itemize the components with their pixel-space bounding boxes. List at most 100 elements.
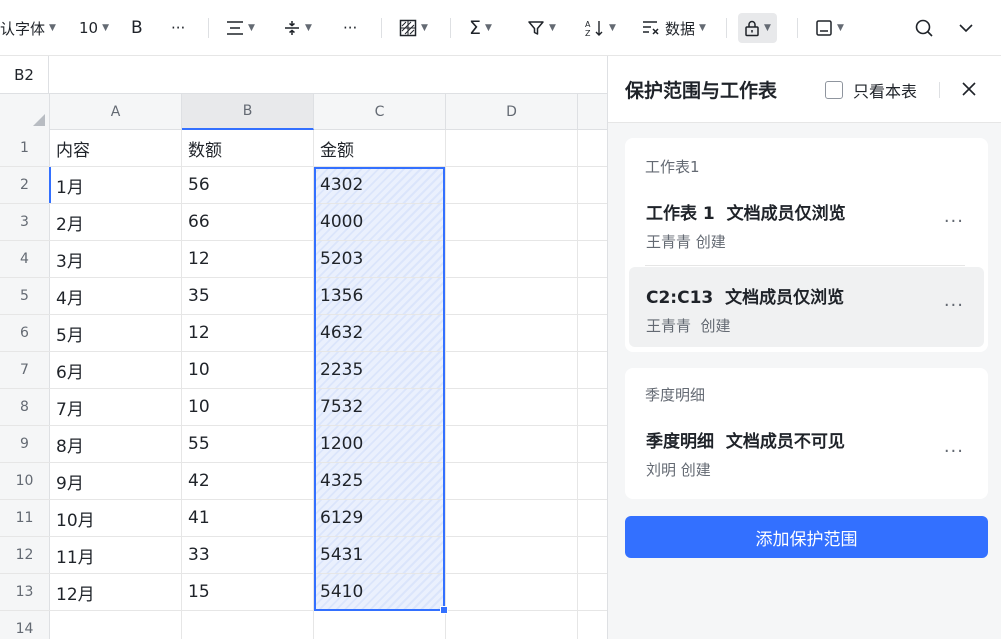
row-header[interactable]: 3: [0, 204, 50, 240]
column-header-a[interactable]: A: [50, 94, 182, 130]
add-protection-range-button[interactable]: 添加保护范围: [625, 516, 988, 558]
cell-d[interactable]: [446, 167, 578, 203]
cell-d[interactable]: [446, 389, 578, 425]
row-header[interactable]: 4: [0, 241, 50, 277]
cell-b[interactable]: 41: [182, 500, 314, 536]
cell-c[interactable]: 5431: [314, 537, 446, 573]
protection-item[interactable]: C2:C13 文档成员仅浏览 王青青 创建 ···: [629, 267, 984, 347]
cell-d[interactable]: [446, 352, 578, 388]
cell-d[interactable]: [446, 463, 578, 499]
cell-b[interactable]: 56: [182, 167, 314, 203]
cell-b[interactable]: 12: [182, 315, 314, 351]
cell-a[interactable]: 11月: [50, 537, 182, 573]
cell-b[interactable]: 10: [182, 389, 314, 425]
row-header[interactable]: 12: [0, 537, 50, 573]
cell-c[interactable]: 金额: [314, 130, 446, 166]
row-header[interactable]: 5: [0, 278, 50, 314]
font-name-select[interactable]: 认字体 ▼: [0, 0, 56, 56]
cell-a[interactable]: 10月: [50, 500, 182, 536]
row-header[interactable]: 13: [0, 574, 50, 610]
row-header[interactable]: 11: [0, 500, 50, 536]
spreadsheet-grid[interactable]: A B C D 1 内容 数额 金额 2 1月 56 4302 3 2月 66 4000 4 3月 12 52…: [0, 94, 607, 639]
cell-c[interactable]: 7532: [314, 389, 446, 425]
cell-d[interactable]: [446, 500, 578, 536]
cell-d[interactable]: [446, 426, 578, 462]
more-align-button[interactable]: ···: [343, 0, 357, 56]
cell-c[interactable]: 4632: [314, 315, 446, 351]
cell-a[interactable]: 5月: [50, 315, 182, 351]
row-header[interactable]: 9: [0, 426, 50, 462]
cell-a[interactable]: 4月: [50, 278, 182, 314]
collapse-toolbar-button[interactable]: [958, 0, 974, 56]
cell-b[interactable]: [182, 611, 314, 639]
column-header-b[interactable]: B: [182, 94, 314, 130]
select-all-corner[interactable]: [0, 94, 50, 130]
more-icon[interactable]: ···: [944, 295, 964, 316]
cell-d[interactable]: [446, 130, 578, 166]
cell-a[interactable]: 8月: [50, 426, 182, 462]
cell-a[interactable]: 6月: [50, 352, 182, 388]
name-box[interactable]: B2: [0, 56, 49, 93]
cell-a[interactable]: 内容: [50, 130, 182, 166]
row-header[interactable]: 10: [0, 463, 50, 499]
cell-b[interactable]: 55: [182, 426, 314, 462]
search-button[interactable]: [914, 0, 934, 56]
more-icon[interactable]: ···: [944, 211, 964, 232]
cell-d[interactable]: [446, 574, 578, 610]
cell-a[interactable]: 12月: [50, 574, 182, 610]
row-header[interactable]: 14: [0, 611, 50, 639]
cell-a[interactable]: [50, 611, 182, 639]
cell-b[interactable]: 10: [182, 352, 314, 388]
sort-button[interactable]: A Z ▼: [585, 0, 616, 56]
cell-b[interactable]: 33: [182, 537, 314, 573]
cell-b[interactable]: 42: [182, 463, 314, 499]
cell-d[interactable]: [446, 278, 578, 314]
cell-c[interactable]: 5410: [314, 574, 446, 610]
more-icon[interactable]: ···: [944, 441, 964, 462]
cell-a[interactable]: 2月: [50, 204, 182, 240]
cell-c[interactable]: 1356: [314, 278, 446, 314]
cell-c[interactable]: 4302: [314, 167, 446, 203]
column-header-c[interactable]: C: [314, 94, 446, 130]
horizontal-align-button[interactable]: ▼: [226, 0, 255, 56]
filter-button[interactable]: ▼: [527, 0, 556, 56]
cell-c[interactable]: 4325: [314, 463, 446, 499]
cell-c[interactable]: 6129: [314, 500, 446, 536]
cell-b[interactable]: 15: [182, 574, 314, 610]
cell-c[interactable]: 1200: [314, 426, 446, 462]
cell-d[interactable]: [446, 537, 578, 573]
cell-d[interactable]: [446, 204, 578, 240]
cell-a[interactable]: 9月: [50, 463, 182, 499]
cell-c[interactable]: 4000: [314, 204, 446, 240]
cell-c[interactable]: 2235: [314, 352, 446, 388]
cell-c[interactable]: 5203: [314, 241, 446, 277]
cell-b[interactable]: 35: [182, 278, 314, 314]
cell-d[interactable]: [446, 241, 578, 277]
font-size-select[interactable]: 10 ▼: [79, 0, 109, 56]
bold-button[interactable]: B: [131, 0, 143, 56]
cell-b[interactable]: 数额: [182, 130, 314, 166]
protect-lock-button[interactable]: ▼: [738, 13, 777, 43]
row-header[interactable]: 8: [0, 389, 50, 425]
protection-item[interactable]: 季度明细 文档成员不可见 刘明 创建 ···: [629, 413, 984, 493]
border-button[interactable]: ▼: [399, 0, 428, 56]
checkbox[interactable]: [825, 81, 843, 99]
column-header-d[interactable]: D: [446, 94, 578, 130]
cell-b[interactable]: 12: [182, 241, 314, 277]
cell-a[interactable]: 3月: [50, 241, 182, 277]
more-format-button[interactable]: ···: [171, 0, 185, 56]
cell-c[interactable]: [314, 611, 446, 639]
close-button[interactable]: [960, 80, 978, 102]
cell-b[interactable]: 66: [182, 204, 314, 240]
vertical-align-button[interactable]: ▼: [283, 0, 312, 56]
comment-button[interactable]: ▼: [815, 0, 844, 56]
row-header[interactable]: 2: [0, 167, 50, 203]
cell-a[interactable]: 7月: [50, 389, 182, 425]
data-menu-button[interactable]: 数据 ▼: [642, 0, 706, 56]
sum-button[interactable]: Σ ▼: [469, 0, 492, 56]
protection-item[interactable]: 工作表 1 文档成员仅浏览 王青青 创建 ···: [629, 183, 984, 263]
cell-d[interactable]: [446, 315, 578, 351]
row-header[interactable]: 1: [0, 130, 50, 166]
row-header[interactable]: 7: [0, 352, 50, 388]
cell-d[interactable]: [446, 611, 578, 639]
